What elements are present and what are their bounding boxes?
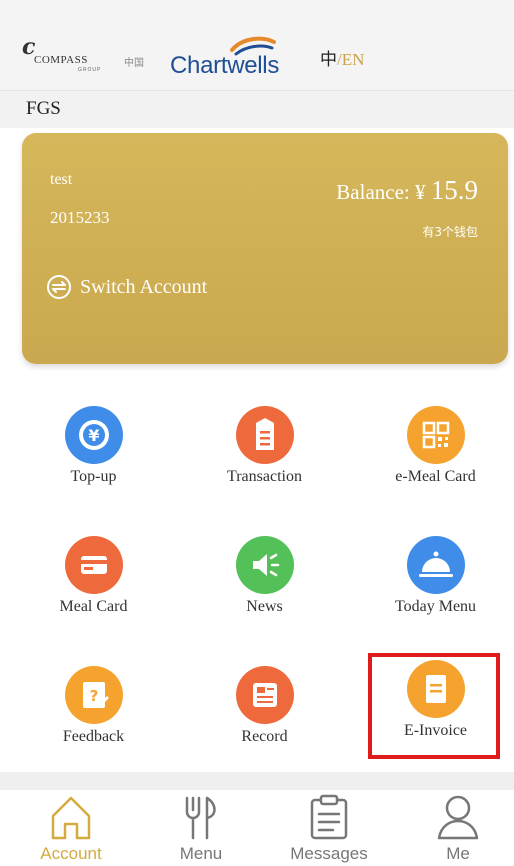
switch-icon bbox=[47, 275, 71, 299]
menu-label: Record bbox=[241, 728, 288, 745]
compass-logo-cn: 中国 bbox=[124, 58, 144, 69]
person-icon bbox=[437, 795, 479, 840]
tab-label: Me bbox=[446, 844, 470, 863]
compass-logo-sub: GROUP bbox=[78, 67, 102, 73]
menu-item-news[interactable]: News bbox=[179, 520, 350, 640]
tab-label: Menu bbox=[179, 844, 223, 863]
highlight-box bbox=[368, 653, 500, 759]
balance-display: Balance: ¥ 15.9 bbox=[336, 175, 478, 206]
record-icon bbox=[236, 666, 294, 724]
menu-item-feedback[interactable]: ? Feedback bbox=[8, 650, 179, 770]
menu-item-e-meal-card[interactable]: e-Meal Card bbox=[350, 390, 514, 510]
menu-item-top-up[interactable]: ¥ Top-up bbox=[8, 390, 179, 510]
account-username: test bbox=[50, 171, 73, 188]
utensils-icon bbox=[185, 796, 216, 840]
compass-logo-text: COMPASS bbox=[34, 54, 88, 66]
qr-code-icon bbox=[407, 406, 465, 464]
wallets-count[interactable]: 有3个钱包 bbox=[422, 223, 478, 240]
language-switch[interactable]: 中/EN bbox=[320, 45, 364, 70]
balance-label: Balance: ¥ bbox=[336, 180, 426, 204]
yuan-coin-icon: ¥ bbox=[65, 406, 123, 464]
feedback-icon: ? bbox=[65, 666, 123, 724]
menu-item-record[interactable]: Record bbox=[179, 650, 350, 770]
receipt-icon bbox=[236, 406, 294, 464]
menu-item-transaction[interactable]: Transaction bbox=[179, 390, 350, 510]
app-header: c COMPASS 中国 GROUP Chartwells 中/EN bbox=[0, 0, 514, 90]
tab-me[interactable]: Me bbox=[394, 790, 514, 866]
menu-item-meal-card[interactable]: Meal Card bbox=[8, 520, 179, 640]
switch-account-button[interactable]: Switch Account bbox=[46, 274, 207, 300]
switch-account-label: Switch Account bbox=[80, 275, 208, 298]
section-divider bbox=[0, 772, 514, 790]
chartwells-logo: Chartwells bbox=[170, 34, 290, 80]
org-name: FGS bbox=[26, 98, 61, 119]
cloche-icon bbox=[407, 536, 465, 594]
account-card: test 2015233 Balance: ¥ 15.9 有3个钱包 Switc… bbox=[22, 133, 508, 364]
menu-label: Top-up bbox=[70, 468, 117, 485]
account-id: 2015233 bbox=[50, 208, 110, 227]
menu-label: Feedback bbox=[62, 728, 125, 745]
tab-messages[interactable]: Messages bbox=[265, 790, 393, 866]
tab-label: Account bbox=[40, 844, 102, 863]
menu-item-today-menu[interactable]: Today Menu bbox=[350, 520, 514, 640]
bottom-tab-bar: Account Menu Messages Me bbox=[0, 790, 514, 866]
menu-label: News bbox=[246, 598, 283, 615]
svg-text:¥: ¥ bbox=[88, 426, 99, 445]
card-icon bbox=[65, 536, 123, 594]
tab-label: Messages bbox=[290, 844, 368, 863]
clipboard-icon bbox=[310, 794, 348, 840]
chartwells-logo-text: Chartwells bbox=[170, 52, 280, 79]
org-bar: FGS bbox=[0, 90, 514, 128]
megaphone-icon bbox=[236, 536, 294, 594]
menu-label: Today Menu bbox=[394, 598, 477, 615]
lang-chinese[interactable]: 中 bbox=[320, 50, 337, 70]
menu-label: Transaction bbox=[227, 468, 302, 485]
tab-menu[interactable]: Menu bbox=[137, 790, 265, 866]
tab-account[interactable]: Account bbox=[7, 790, 135, 866]
menu-label: e-Meal Card bbox=[395, 468, 476, 485]
home-icon bbox=[51, 796, 91, 840]
lang-english[interactable]: EN bbox=[342, 50, 365, 69]
balance-value: 15.9 bbox=[430, 175, 478, 205]
svg-text:?: ? bbox=[90, 687, 99, 705]
menu-label: Meal Card bbox=[59, 598, 128, 615]
